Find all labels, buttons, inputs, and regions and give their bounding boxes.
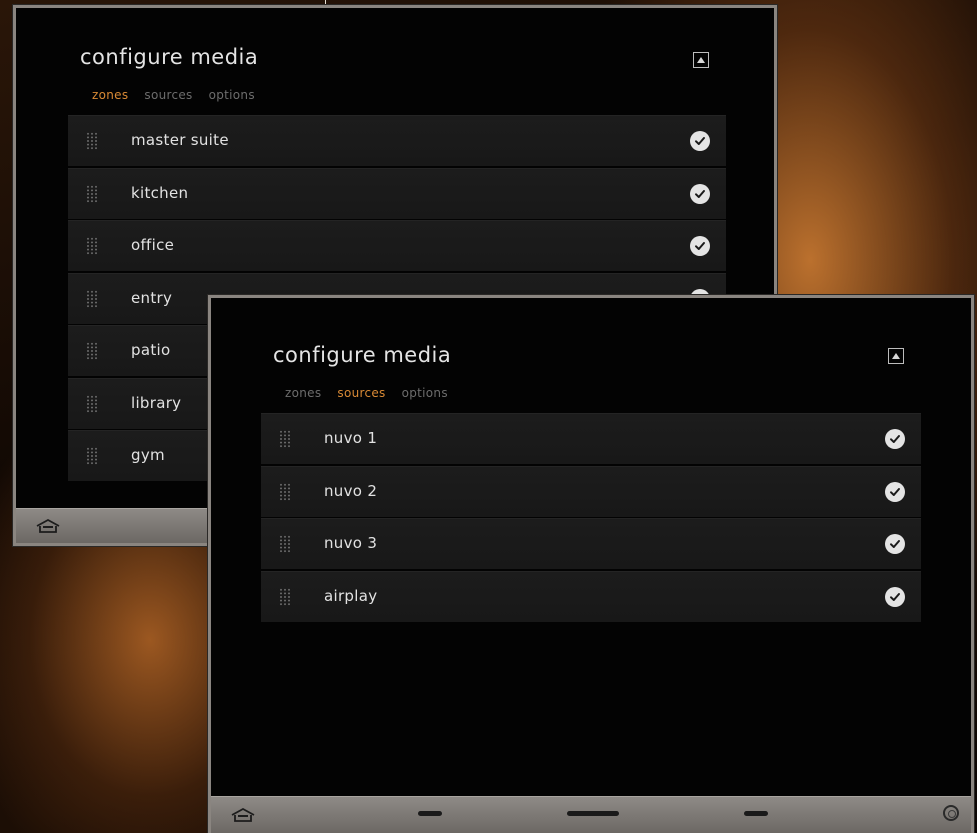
collapse-button[interactable] xyxy=(693,52,709,68)
item-label: nuvo 2 xyxy=(324,481,378,500)
item-label: nuvo 1 xyxy=(324,429,378,447)
item-label: office xyxy=(131,236,175,254)
item-label: kitchen xyxy=(131,183,189,202)
item-label: gym xyxy=(131,446,165,464)
page-title: configure media xyxy=(273,343,452,367)
page-indicator[interactable] xyxy=(418,811,442,816)
page-indicator[interactable] xyxy=(744,811,768,816)
checkmark-icon[interactable] xyxy=(885,534,905,554)
list-item[interactable]: office xyxy=(68,220,726,271)
drag-handle-icon[interactable] xyxy=(86,237,98,255)
home-icon[interactable] xyxy=(34,517,62,535)
drag-handle-icon[interactable] xyxy=(86,394,98,413)
tab-bar: zones sources options xyxy=(285,386,448,400)
bottom-bar xyxy=(211,796,971,833)
tab-options[interactable]: options xyxy=(402,386,448,400)
list-item[interactable]: nuvo 1 xyxy=(261,413,921,464)
drag-handle-icon[interactable] xyxy=(279,587,291,606)
drag-handle-icon[interactable] xyxy=(279,535,291,553)
item-label: library xyxy=(131,393,182,412)
drag-handle-icon[interactable] xyxy=(279,430,291,448)
checkmark-icon[interactable] xyxy=(690,183,710,204)
triangle-up-icon xyxy=(697,57,705,63)
checkmark-icon[interactable] xyxy=(690,131,710,151)
source-list: nuvo 1 nuvo 2 nuvo 3 airplay xyxy=(261,413,921,623)
item-label: entry xyxy=(131,288,173,307)
checkmark-icon[interactable] xyxy=(885,481,905,502)
checkmark-icon[interactable] xyxy=(690,236,710,256)
tab-bar: zones sources options xyxy=(92,88,255,102)
tab-options[interactable]: options xyxy=(209,88,255,102)
front-screen-panel: configure media zones sources options nu… xyxy=(208,295,974,833)
drag-handle-icon[interactable] xyxy=(279,482,291,501)
drag-handle-icon[interactable] xyxy=(86,184,98,203)
tab-zones[interactable]: zones xyxy=(92,88,128,102)
tab-zones[interactable]: zones xyxy=(285,386,321,400)
list-item[interactable]: airplay xyxy=(261,570,921,622)
ring-icon[interactable] xyxy=(943,805,959,821)
collapse-button[interactable] xyxy=(888,348,904,364)
page-indicator-active[interactable] xyxy=(567,811,619,816)
checkmark-icon[interactable] xyxy=(885,429,905,449)
page-title: configure media xyxy=(80,45,259,69)
item-label: nuvo 3 xyxy=(324,534,378,552)
triangle-up-icon xyxy=(892,353,900,359)
item-label: patio xyxy=(131,341,171,359)
item-label: airplay xyxy=(324,586,378,605)
drag-handle-icon[interactable] xyxy=(86,289,98,308)
item-label: master suite xyxy=(131,131,229,149)
list-item[interactable]: master suite xyxy=(68,115,726,166)
drag-handle-icon[interactable] xyxy=(86,132,98,150)
drag-handle-icon[interactable] xyxy=(86,447,98,465)
tab-sources[interactable]: sources xyxy=(337,386,385,400)
home-icon[interactable] xyxy=(229,806,257,824)
drag-handle-icon[interactable] xyxy=(86,342,98,360)
list-item[interactable]: kitchen xyxy=(68,167,726,219)
tab-sources[interactable]: sources xyxy=(144,88,192,102)
checkmark-icon[interactable] xyxy=(885,586,905,607)
list-item[interactable]: nuvo 2 xyxy=(261,465,921,517)
list-item[interactable]: nuvo 3 xyxy=(261,518,921,569)
